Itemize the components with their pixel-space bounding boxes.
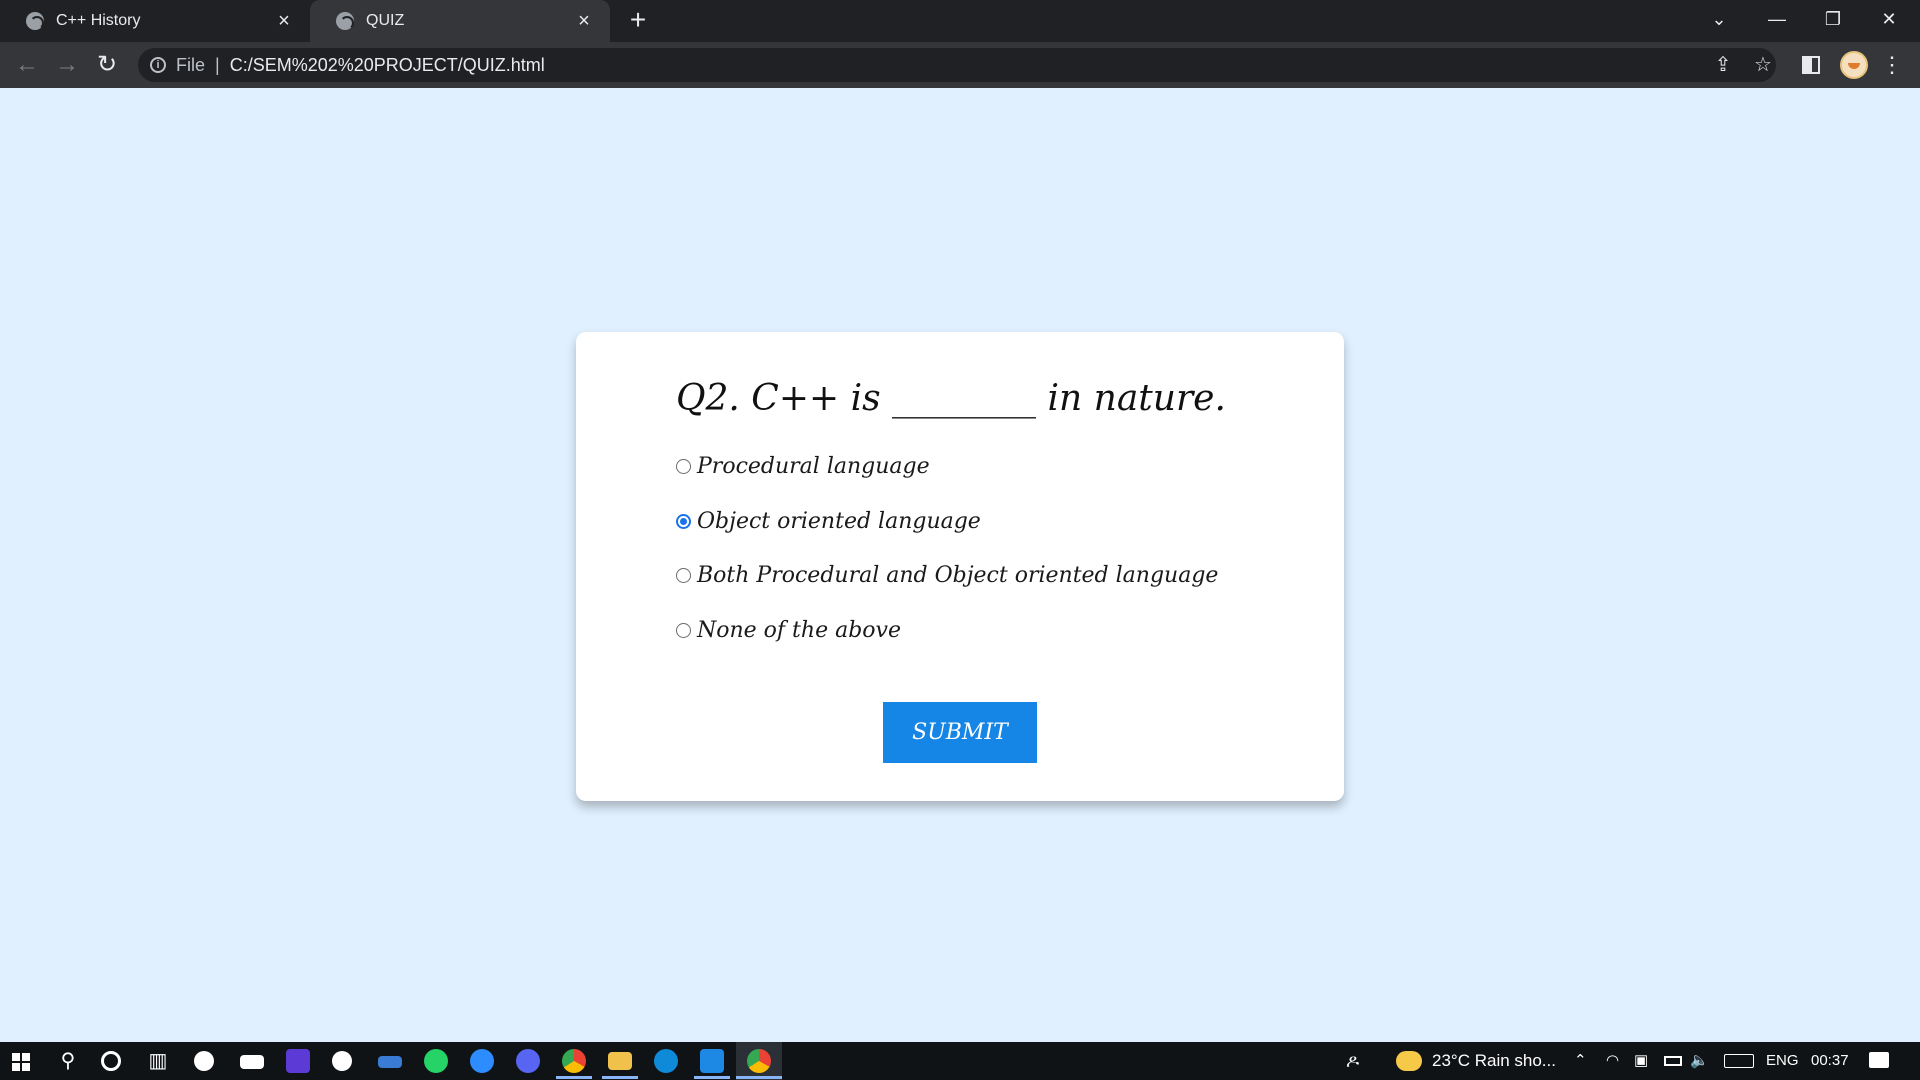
globe-icon [26,12,44,30]
volume-icon[interactable]: 🔈 [1690,1042,1709,1080]
minimize-button[interactable]: — [1750,0,1804,42]
clock-time[interactable]: 00:37 [1811,1042,1849,1080]
windows-taskbar: ⚲ ▥ ዶ 23°C Rain sho... ⌃ ◠ ▣ 🔈 ENG 00:37 [0,1042,1920,1080]
tab-cpp-history[interactable]: C++ History × [0,0,310,42]
quiz-card: Q2. C++ is ________ in nature. Procedura… [576,332,1344,801]
tab-quiz[interactable]: QUIZ × [310,0,610,42]
option-object-oriented[interactable]: Object oriented language [676,509,981,534]
chrome-icon [747,1049,771,1073]
option-none[interactable]: None of the above [676,618,901,643]
radio-button[interactable] [676,623,691,638]
option-label: Object oriented language [697,509,981,534]
option-label: Procedural language [697,454,930,479]
bookmark-star-icon[interactable]: ☆ [1746,48,1780,82]
taskbar-running-indicator [736,1076,782,1079]
back-arrow-icon[interactable]: ← [12,50,42,80]
share-icon[interactable]: ⇪ [1706,48,1740,82]
address-scheme-label: File [176,54,206,75]
new-tab-button[interactable]: + [624,6,652,34]
address-separator: | [215,54,220,75]
network-icon[interactable]: ◠ [1606,1042,1619,1080]
option-both[interactable]: Both Procedural and Object oriented lang… [676,563,1218,588]
mail-icon[interactable] [240,1055,264,1069]
zoom-icon[interactable] [470,1049,494,1073]
notifications-icon[interactable] [1869,1052,1889,1068]
browser-toolbar: ← → ↻ i File | C:/SEM%202%20PROJECT/QUIZ… [0,42,1920,88]
question-text: Q2. C++ is ________ in nature. [676,378,1226,419]
battery-icon[interactable] [1664,1056,1682,1066]
submit-button[interactable]: SUBMIT [883,702,1037,763]
app-icon[interactable] [194,1051,214,1071]
globe-icon [336,12,354,30]
taskbar-running-indicator [602,1076,638,1079]
browser-menu-icon[interactable]: ⋮ [1880,50,1904,80]
tab-title: QUIZ [366,12,405,29]
side-panel-icon[interactable] [1802,56,1820,74]
search-icon[interactable]: ⚲ [56,1049,80,1073]
edge-icon[interactable] [654,1049,678,1073]
taskbar-running-indicator [556,1076,592,1079]
radio-button[interactable] [676,568,691,583]
close-window-button[interactable]: ✕ [1862,0,1916,42]
info-icon[interactable]: i [150,57,166,73]
radio-button-selected[interactable] [676,514,691,529]
address-url[interactable]: C:/SEM%202%20PROJECT/QUIZ.html [230,55,545,76]
weather-icon[interactable] [1396,1051,1422,1071]
option-label: Both Procedural and Object oriented lang… [697,563,1219,588]
option-label: None of the above [697,618,901,643]
tab-search-chevron-down-icon[interactable]: ⌄ [1692,0,1746,42]
reload-icon[interactable]: ↻ [92,50,122,80]
chrome-icon[interactable] [562,1049,586,1073]
windows-start-icon[interactable] [12,1053,30,1071]
profile-avatar[interactable] [1840,51,1868,79]
weather-text[interactable]: 23°C Rain sho... [1432,1042,1556,1080]
browser-tab-strip: C++ History × QUIZ × + ⌄ — ❐ ✕ [0,0,1920,42]
people-icon[interactable]: ዶ [1346,1042,1359,1080]
forward-arrow-icon[interactable]: → [52,50,82,80]
restore-button[interactable]: ❐ [1806,0,1860,42]
close-icon[interactable]: × [574,11,594,31]
language-indicator[interactable]: ENG [1766,1042,1799,1080]
option-procedural[interactable]: Procedural language [676,454,930,479]
app-icon[interactable] [286,1049,310,1073]
whatsapp-icon[interactable] [424,1049,448,1073]
xbox-icon[interactable] [332,1051,352,1071]
vscode-icon[interactable] [700,1049,724,1073]
keyboard-icon[interactable] [1724,1054,1754,1068]
device-icon[interactable]: ▣ [1634,1042,1648,1080]
file-explorer-icon[interactable] [608,1052,632,1070]
taskbar-active-app[interactable] [736,1042,782,1080]
tab-title: C++ History [56,12,141,29]
discord-icon[interactable] [516,1049,540,1073]
task-view-icon[interactable]: ▥ [146,1049,170,1073]
app-icon[interactable] [378,1056,402,1068]
chevron-up-icon[interactable]: ⌃ [1574,1042,1587,1080]
close-icon[interactable]: × [274,11,294,31]
cortana-icon[interactable] [101,1051,121,1071]
taskbar-running-indicator [694,1076,730,1079]
address-bar[interactable]: i File | C:/SEM%202%20PROJECT/QUIZ.html [138,48,1776,82]
radio-button[interactable] [676,459,691,474]
